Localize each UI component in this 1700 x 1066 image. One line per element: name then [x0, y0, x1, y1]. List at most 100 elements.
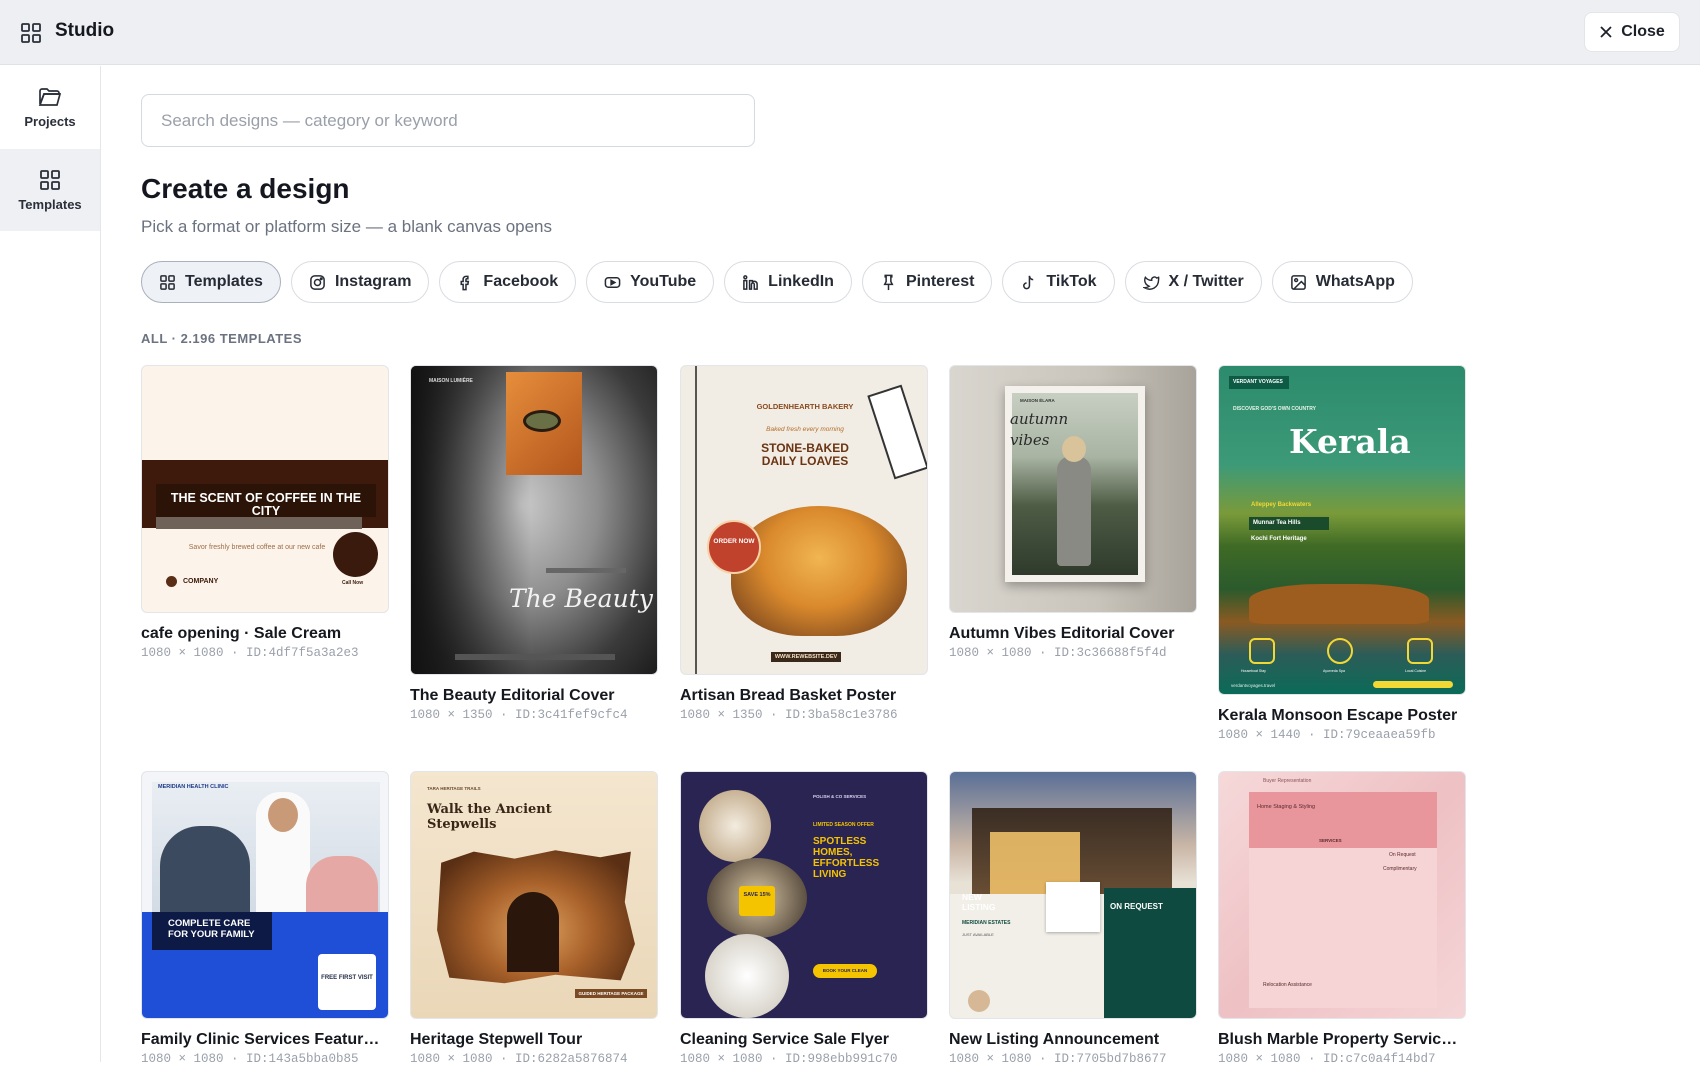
thumb-brand: COMPANY [183, 578, 219, 585]
platform-chips: Templates Instagram Facebook YouTube Lin… [141, 261, 1413, 303]
chip-templates[interactable]: Templates [141, 261, 281, 303]
thumb-cta [1373, 681, 1453, 688]
thumb-badge-label: FREE FIRST VISIT [321, 975, 373, 981]
thumb-tagline: Savor freshly brewed coffee at our new c… [188, 544, 326, 551]
thumb-photo-circle [705, 934, 789, 1018]
card-title: Cleaning Service Sale Flyer [680, 1031, 889, 1048]
card-title: Family Clinic Services Featur… [141, 1031, 380, 1048]
template-card[interactable]: GOLDENHEARTH BAKERY Baked fresh every mo… [680, 365, 928, 722]
card-title: Blush Marble Property Servic… [1218, 1031, 1458, 1048]
thumb-brand: TARA HERITAGE TRAILS [427, 786, 481, 791]
template-card[interactable]: VERDANT VOYAGES DISCOVER GOD'S OWN COUNT… [1218, 365, 1466, 742]
thumb-inset-photo [1046, 882, 1100, 932]
chip-linkedin[interactable]: LinkedIn [724, 261, 852, 303]
card-meta: 1080 × 1350 · ID:3ba58c1e3786 [680, 708, 898, 722]
thumb-circle [333, 532, 378, 577]
thumb-brand: POLISH & CO SERVICES [813, 794, 867, 799]
template-thumbnail[interactable]: MAISON LUMIÈRE The Beauty [410, 365, 658, 675]
chip-label: Instagram [334, 273, 412, 290]
grid-icon [160, 274, 175, 290]
thumb-headline: Home Staging & Styling [1257, 804, 1316, 810]
template-card[interactable]: Buyer Representation Home Staging & Styl… [1218, 771, 1466, 1066]
pulse-icon [1249, 638, 1275, 664]
sidebar-item-templates[interactable]: Templates [0, 149, 100, 231]
template-thumbnail[interactable]: GOLDENHEARTH BAKERY Baked fresh every mo… [680, 365, 928, 675]
twitter-icon [1142, 275, 1159, 290]
thumb-header-block [1249, 792, 1437, 848]
chip-instagram[interactable]: Instagram [290, 261, 430, 303]
thumb-headline: NEW LISTING [962, 892, 996, 912]
thumb-badge: SAVE 15% [743, 892, 771, 898]
card-meta: 1080 × 1080 · ID:6282a5876874 [410, 1052, 628, 1066]
thumb-headline: Walk the Ancient Stepwells [427, 802, 552, 832]
template-card[interactable]: NEW LISTING MERIDIAN ESTATES JUST AVAILA… [949, 771, 1197, 1066]
template-thumbnail[interactable]: COMPLETE CARE FOR YOUR FAMILY MERIDIAN H… [141, 771, 389, 1019]
template-card[interactable]: COMPLETE CARE FOR YOUR FAMILY MERIDIAN H… [141, 771, 389, 1066]
thumb-badge [318, 954, 376, 1010]
chip-label: Pinterest [905, 273, 975, 290]
sidebar-item-projects[interactable]: Projects [0, 66, 100, 148]
thumb-url: verdantvoyages.travel [1231, 683, 1276, 688]
thumb-eye [523, 410, 561, 432]
template-thumbnail[interactable]: MAISON ÉLARA autumn vibes [949, 365, 1197, 613]
template-thumbnail[interactable]: Buyer Representation Home Staging & Styl… [1218, 771, 1466, 1019]
template-thumbnail[interactable]: THE SCENT OF COFFEE IN THE CITY Savor fr… [141, 365, 389, 613]
thumb-status: JUST AVAILABLE [962, 932, 994, 937]
search-input[interactable] [141, 94, 755, 147]
thumb-contact: Call Now [342, 580, 364, 586]
top-bar: Studio Close [0, 0, 1700, 65]
avatar [968, 990, 990, 1012]
thumb-note: Complimentary [1383, 866, 1417, 872]
pulse-icon [1407, 638, 1433, 664]
thumb-doctor-head [268, 798, 298, 832]
chip-label: YouTube [630, 273, 697, 290]
chip-label: LinkedIn [768, 273, 834, 290]
thumb-cta-label: BOOK YOUR CLEAN [822, 968, 868, 973]
thumb-tag: Alleppey Backwaters [1251, 502, 1312, 508]
thumb-photo-circle [699, 790, 771, 862]
pin-icon [883, 274, 894, 290]
card-title: cafe opening · Sale Cream [141, 625, 342, 642]
thumb-kicker: LIMITED SEASON OFFER [813, 822, 874, 828]
card-meta: 1080 × 1080 · ID:998ebb991c70 [680, 1052, 898, 1066]
thumb-badge-bar [739, 886, 775, 916]
chip-youtube[interactable]: YouTube [586, 261, 715, 303]
thumb-tag: Munnar Tea Hills [1253, 520, 1301, 526]
thumb-line [546, 568, 626, 573]
thumb-tag: Kochi Fort Heritage [1251, 536, 1307, 542]
template-card[interactable]: POLISH & CO SERVICES LIMITED SEASON OFFE… [680, 771, 928, 1066]
close-label: Close [1621, 23, 1665, 40]
template-thumbnail[interactable]: TARA HERITAGE TRAILS Walk the Ancient St… [410, 771, 658, 1019]
thumb-label: Local Cuisine [1405, 669, 1427, 673]
chip-pinterest[interactable]: Pinterest [861, 261, 993, 303]
close-icon [1600, 26, 1612, 38]
chip-twitter[interactable]: X / Twitter [1124, 261, 1262, 303]
thumb-bread-basket [731, 506, 907, 636]
thumb-badge-label: ORDER NOW [713, 538, 755, 545]
template-count: ALL · 2.196 TEMPLATES [141, 331, 302, 346]
template-card[interactable]: THE SCENT OF COFFEE IN THE CITY Savor fr… [141, 365, 389, 660]
thumb-headline: SPOTLESS HOMES, EFFORTLESS LIVING [813, 836, 880, 880]
thumb-headline: STONE-BAKED DAILY LOAVES [761, 441, 849, 468]
thumb-banner-strip [156, 517, 362, 529]
chip-facebook[interactable]: Facebook [439, 261, 577, 303]
template-card[interactable]: MAISON ÉLARA autumn vibes Autumn Vibes E… [949, 365, 1197, 660]
template-thumbnail[interactable]: POLISH & CO SERVICES LIMITED SEASON OFFE… [680, 771, 928, 1019]
app-title: Studio [55, 20, 115, 41]
page-title: Create a design [141, 173, 350, 204]
thumb-footer: WWW.REWEBSITE.DEV [774, 654, 838, 660]
card-title: Artisan Bread Basket Poster [680, 687, 897, 704]
close-button[interactable]: Close [1584, 12, 1680, 52]
thumb-price: ON REQUEST [1110, 902, 1163, 911]
card-meta: 1080 × 1440 · ID:79ceaaea59fb [1218, 728, 1436, 742]
template-thumbnail[interactable]: NEW LISTING MERIDIAN ESTATES JUST AVAILA… [949, 771, 1197, 1019]
template-card[interactable]: MAISON LUMIÈRE The Beauty The Beauty Edi… [410, 365, 658, 722]
template-card[interactable]: TARA HERITAGE TRAILS Walk the Ancient St… [410, 771, 658, 1066]
template-thumbnail[interactable]: VERDANT VOYAGES DISCOVER GOD'S OWN COUNT… [1218, 365, 1466, 695]
facebook-icon [460, 275, 470, 290]
thumb-brand: MERIDIAN HEALTH CLINIC [158, 784, 229, 790]
chip-whatsapp[interactable]: WhatsApp [1271, 261, 1413, 303]
thumb-brand: MAISON LUMIÈRE [429, 378, 473, 384]
chip-tiktok[interactable]: TikTok [1002, 261, 1115, 303]
thumb-houseboat [1249, 584, 1429, 624]
